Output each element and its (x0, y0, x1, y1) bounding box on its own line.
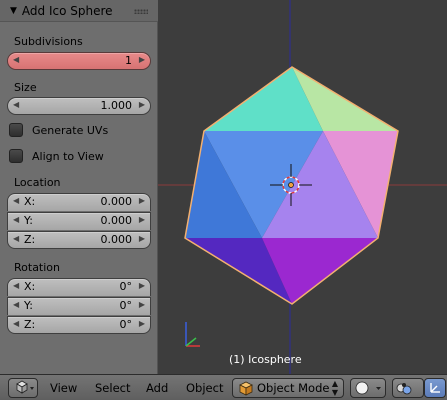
solid-shading-icon (355, 381, 381, 395)
pivot-point-icon (396, 383, 412, 395)
axis-label: Y: (24, 214, 33, 227)
location-z-field[interactable]: ◀ Z: 0.000 ▶ (7, 231, 151, 249)
generate-uvs-checkbox[interactable] (9, 123, 23, 137)
size-value: 1.000 (100, 99, 133, 112)
axis-label: X: (24, 280, 36, 293)
increment-arrow-icon[interactable]: ▶ (139, 55, 145, 64)
decrement-arrow-icon[interactable]: ◀ (13, 100, 19, 109)
viewport-header: View Select Add Object Object Mode ▲ ▼ (0, 374, 447, 400)
viewport-shading-button[interactable] (350, 378, 386, 398)
rotation-x-value: 0° (119, 280, 133, 293)
interaction-mode-select[interactable]: Object Mode ▲ ▼ (232, 378, 344, 398)
axis-label: X: (24, 195, 36, 208)
location-y-field[interactable]: ◀ Y: 0.000 ▶ (7, 212, 151, 230)
rotation-x-field[interactable]: ◀ X: 0° ▶ (7, 278, 151, 296)
increment-arrow-icon[interactable]: ▶ (139, 215, 145, 224)
increment-arrow-icon[interactable]: ▶ (139, 100, 145, 109)
operator-panel: ▼ Add Ico Sphere Subdivisions ◀ 1 ▶ Size… (0, 0, 158, 374)
size-label: Size (14, 81, 37, 94)
menu-add[interactable]: Add (146, 381, 168, 395)
subdivisions-field[interactable]: ◀ 1 ▶ (7, 52, 151, 70)
rotation-z-field[interactable]: ◀ Z: 0° ▶ (7, 316, 151, 334)
align-to-view-checkbox[interactable] (9, 149, 23, 163)
updown-arrows-icon: ▲ ▼ (331, 379, 338, 397)
rotation-z-value: 0° (119, 318, 133, 331)
axis-label: Z: (24, 318, 36, 331)
decrement-arrow-icon[interactable]: ◀ (13, 196, 19, 205)
align-to-view-label: Align to View (32, 149, 104, 163)
axis-label: Y: (24, 299, 33, 312)
increment-arrow-icon[interactable]: ▶ (139, 234, 145, 243)
increment-arrow-icon[interactable]: ▶ (139, 300, 145, 309)
location-label: Location (14, 176, 61, 189)
manipulator-icon (430, 383, 440, 393)
menu-view[interactable]: View (50, 381, 77, 395)
operator-title: Add Ico Sphere (21, 3, 113, 18)
drag-grip-icon[interactable] (134, 9, 148, 14)
menu-select[interactable]: Select (95, 381, 130, 395)
decrement-arrow-icon[interactable]: ◀ (13, 281, 19, 290)
location-y-value: 0.000 (100, 214, 133, 227)
decrement-arrow-icon[interactable]: ◀ (13, 319, 19, 328)
increment-arrow-icon[interactable]: ▶ (139, 281, 145, 290)
location-z-value: 0.000 (100, 233, 133, 246)
location-x-field[interactable]: ◀ X: 0.000 ▶ (7, 193, 151, 211)
axis-gizmo-icon (185, 322, 200, 347)
decrement-arrow-icon[interactable]: ◀ (13, 300, 19, 309)
collapse-triangle-icon[interactable]: ▼ (10, 6, 17, 16)
object-name-label: (1) Icosphere (229, 353, 302, 366)
object-mode-icon (239, 381, 253, 396)
decrement-arrow-icon[interactable]: ◀ (13, 234, 19, 243)
subdivisions-label: Subdivisions (14, 35, 83, 48)
rotation-label: Rotation (14, 261, 61, 274)
decrement-arrow-icon[interactable]: ◀ (13, 215, 19, 224)
align-to-view-option[interactable]: Align to View (9, 149, 104, 163)
operator-panel-header[interactable]: ▼ Add Ico Sphere (0, 0, 158, 22)
rotation-y-value: 0° (119, 299, 133, 312)
menu-object[interactable]: Object (186, 381, 223, 395)
editor-type-button[interactable] (8, 378, 38, 398)
size-field[interactable]: ◀ 1.000 ▶ (7, 97, 151, 115)
axis-label: Z: (24, 233, 36, 246)
location-x-value: 0.000 (100, 195, 133, 208)
manipulator-toggle-button[interactable] (424, 378, 446, 398)
rotation-y-field[interactable]: ◀ Y: 0° ▶ (7, 297, 151, 315)
decrement-arrow-icon[interactable]: ◀ (13, 55, 19, 64)
increment-arrow-icon[interactable]: ▶ (139, 319, 145, 328)
subdivisions-value: 1 (125, 54, 132, 67)
generate-uvs-option[interactable]: Generate UVs (9, 123, 108, 137)
increment-arrow-icon[interactable]: ▶ (139, 196, 145, 205)
generate-uvs-label: Generate UVs (32, 123, 109, 137)
pivot-point-button[interactable] (392, 378, 424, 398)
mode-label: Object Mode (257, 381, 330, 395)
view3d-cube-icon (16, 380, 34, 394)
